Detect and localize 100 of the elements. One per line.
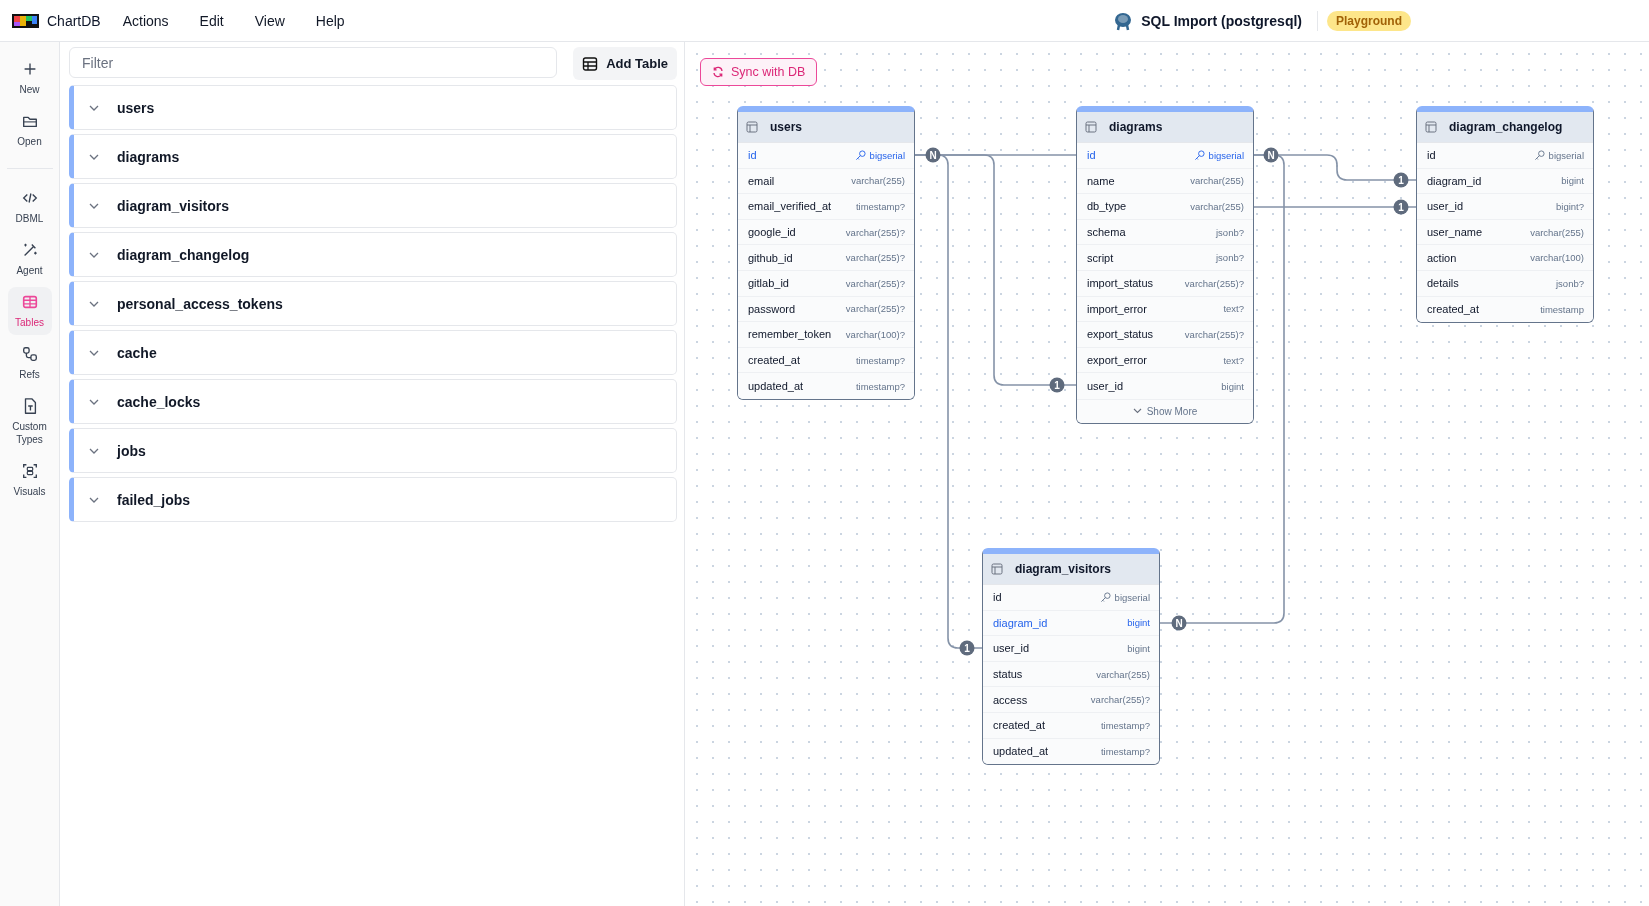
- table-node[interactable]: [1076, 106, 1254, 424]
- field-row[interactable]: script jsonb?: [1077, 245, 1253, 271]
- app-name: ChartDB: [47, 12, 101, 29]
- field-row[interactable]: id bigserial: [983, 585, 1159, 611]
- field-row[interactable]: email_verified_at timestamp?: [738, 194, 914, 220]
- sidebar-tab[interactable]: New: [7, 54, 52, 102]
- field-type: varchar(255): [851, 175, 905, 187]
- show-more-button[interactable]: Show More: [1077, 398, 1253, 423]
- field-row[interactable]: diagram_id bigint: [1417, 168, 1593, 195]
- field-row[interactable]: import_error text?: [1077, 296, 1253, 323]
- field-type: jsonb?: [1216, 226, 1244, 238]
- field-row[interactable]: created_at timestamp?: [983, 712, 1159, 739]
- table-node[interactable]: [737, 106, 915, 400]
- field-row[interactable]: google_id varchar(255)?: [738, 219, 914, 246]
- cardinality-badge: N: [925, 147, 941, 163]
- field-name: created_at: [993, 719, 1045, 732]
- menu-item[interactable]: Edit: [199, 8, 224, 33]
- table-list-item[interactable]: users: [69, 85, 677, 130]
- field-row[interactable]: user_id bigint: [1077, 373, 1253, 399]
- field-name: script: [1087, 251, 1114, 264]
- table-list-item[interactable]: jobs: [69, 428, 677, 473]
- sidebar-tab[interactable]: Tables: [7, 287, 52, 335]
- field-name: import_error: [1087, 302, 1147, 315]
- field-type: varchar(255): [1530, 226, 1584, 238]
- table-list-item[interactable]: cache: [69, 330, 677, 375]
- table-list-item[interactable]: diagrams: [69, 134, 677, 179]
- field-name: export_status: [1087, 328, 1154, 341]
- sidebar-tab[interactable]: Custom Types: [7, 391, 52, 452]
- menu-item[interactable]: View: [254, 8, 285, 33]
- sync-button[interactable]: Sync with DB: [700, 58, 818, 86]
- table-list-item[interactable]: personal_access_tokens: [69, 281, 677, 326]
- field-type: varchar(255)?: [845, 277, 905, 289]
- field-row[interactable]: user_id bigint: [983, 636, 1159, 662]
- cardinality-badge: N: [1171, 615, 1187, 631]
- table-node[interactable]: diagram_changelog id bigserial diagram_id bigint user_id bigint? user_name varchar(255) action varchar(100) details jsonb? created_at timestamp: [1416, 106, 1594, 324]
- filter-field[interactable]: Filter: [69, 47, 558, 78]
- field-row[interactable]: export_status varchar(255)?: [1077, 322, 1253, 348]
- field-type: varchar(255): [1190, 201, 1244, 212]
- field-row[interactable]: created_at timestamp: [1417, 296, 1593, 323]
- chevron-down-icon: [1132, 408, 1142, 415]
- sidebar-tab[interactable]: DBML: [7, 183, 52, 231]
- cardinality-badge: 1: [1049, 377, 1065, 393]
- field-row[interactable]: diagram_id bigint: [983, 610, 1159, 637]
- field-row[interactable]: schema jsonb?: [1077, 219, 1253, 246]
- field-row[interactable]: password varchar(255)?: [738, 296, 914, 323]
- field-type: varchar(255)?: [845, 252, 905, 264]
- field-name: id: [1427, 149, 1436, 162]
- field-row[interactable]: db_type varchar(255): [1077, 194, 1253, 220]
- field-type: varchar(255): [1190, 175, 1244, 187]
- add-table-button[interactable]: Add Table: [573, 47, 677, 80]
- table-list-item[interactable]: diagram_changelog: [69, 232, 677, 277]
- field-row[interactable]: remember_token varchar(100)?: [738, 322, 914, 348]
- field-name: id: [1087, 149, 1096, 162]
- field-row[interactable]: id bigserial: [1077, 143, 1253, 169]
- field-name: user_id: [993, 642, 1030, 655]
- field-row[interactable]: user_id bigint?: [1417, 194, 1593, 220]
- field-row[interactable]: created_at timestamp?: [738, 347, 914, 374]
- sidebar-tab[interactable]: Refs: [7, 339, 52, 387]
- field-name: user_id: [1087, 380, 1124, 393]
- table-list-item[interactable]: cache_locks: [69, 379, 677, 424]
- field-row[interactable]: updated_at timestamp?: [738, 373, 914, 399]
- cardinality-badge: 1: [1393, 199, 1409, 215]
- table-name: users: [770, 120, 803, 134]
- table-list-item[interactable]: diagram_visitors: [69, 183, 677, 228]
- field-type: bigint: [1127, 617, 1150, 629]
- field-type: varchar(255)?: [845, 303, 905, 315]
- sidebar-tab[interactable]: Visuals: [7, 456, 52, 504]
- table-node[interactable]: diagram_visitors id bigserial diagram_id bigint user_id bigint status varchar(255) access varchar(255)? created_at timestamp? updated_at timestamp?: [982, 548, 1160, 766]
- field-type: jsonb?: [1556, 277, 1584, 289]
- field-row[interactable]: name varchar(255): [1077, 168, 1253, 195]
- table-list-item[interactable]: failed_jobs: [69, 477, 677, 522]
- menu-item[interactable]: Help: [315, 8, 345, 33]
- sidebar-tab[interactable]: Agent: [7, 235, 52, 283]
- playground-badge: Playground: [1327, 10, 1411, 31]
- diagram-title: SQL Import (postgresql): [1141, 12, 1302, 29]
- field-row[interactable]: details jsonb?: [1417, 270, 1593, 297]
- field-type: bigserial: [869, 149, 905, 161]
- field-name: action: [1427, 251, 1457, 264]
- scan-icon: [20, 462, 39, 480]
- field-row[interactable]: user_name varchar(255): [1417, 219, 1593, 246]
- field-row[interactable]: export_error text?: [1077, 347, 1253, 374]
- sidebar-tab[interactable]: Open: [7, 106, 52, 154]
- field-row[interactable]: id bigserial: [738, 143, 914, 169]
- field-row[interactable]: action varchar(100): [1417, 245, 1593, 271]
- field-row[interactable]: status varchar(255): [983, 661, 1159, 688]
- field-name: status: [993, 668, 1023, 681]
- field-name: user_name: [1427, 226, 1483, 239]
- field-type: bigserial: [1114, 591, 1150, 603]
- field-row[interactable]: id bigserial: [1417, 143, 1593, 169]
- field-row[interactable]: github_id varchar(255)?: [738, 245, 914, 271]
- field-row[interactable]: import_status varchar(255)?: [1077, 270, 1253, 297]
- field-row[interactable]: gitlab_id varchar(255)?: [738, 270, 914, 297]
- field-name: diagram_id: [993, 616, 1048, 629]
- field-name: email_verified_at: [748, 200, 832, 213]
- field-row[interactable]: access varchar(255)?: [983, 687, 1159, 713]
- field-row[interactable]: updated_at timestamp?: [983, 738, 1159, 765]
- field-type: bigint: [1221, 380, 1244, 392]
- field-name: diagram_id: [1427, 174, 1482, 187]
- menu-item[interactable]: Actions: [122, 8, 169, 33]
- field-row[interactable]: email varchar(255): [738, 168, 914, 195]
